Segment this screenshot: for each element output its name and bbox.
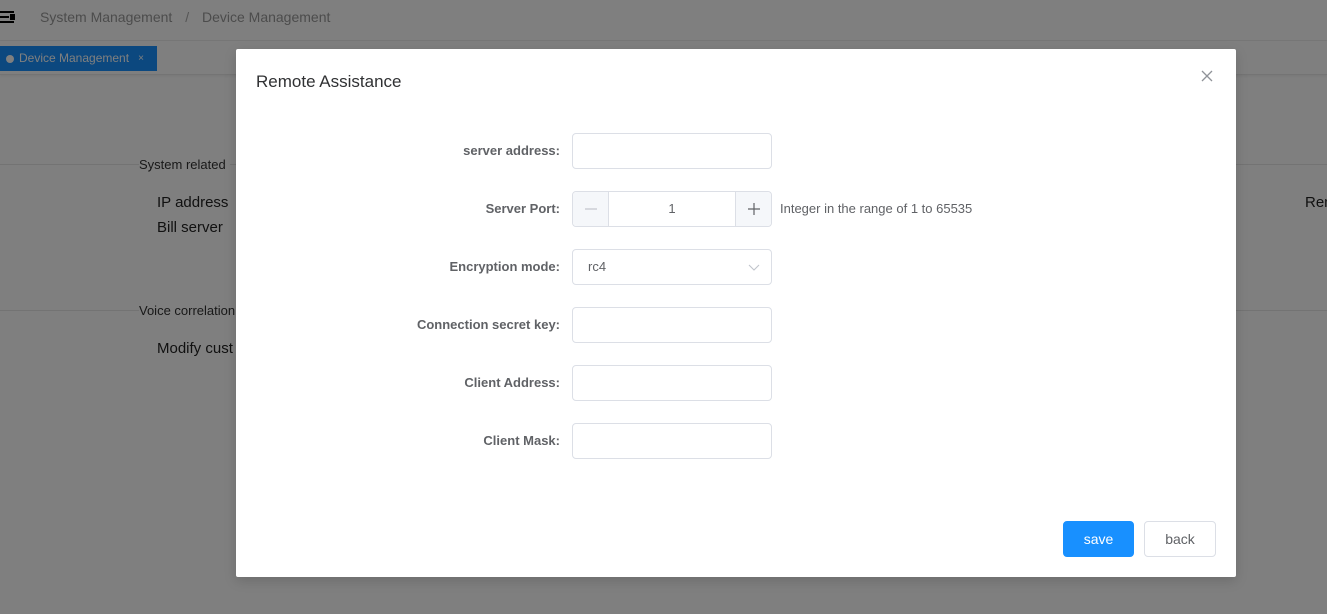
encryption-mode-select[interactable]: rc4 bbox=[572, 249, 772, 285]
form-row-client-mask: Client Mask: bbox=[236, 423, 1236, 459]
form-row-client-address: Client Address: bbox=[236, 365, 1236, 401]
server-address-input[interactable] bbox=[572, 133, 772, 169]
server-port-input[interactable] bbox=[609, 192, 735, 226]
server-port-label: Server Port: bbox=[485, 201, 560, 216]
chevron-down-icon bbox=[748, 264, 760, 271]
form-row-server-port: Server Port: Integer in the range of 1 t… bbox=[236, 191, 1236, 227]
client-address-input[interactable] bbox=[572, 365, 772, 401]
decrement-button[interactable] bbox=[573, 192, 609, 226]
server-port-hint: Integer in the range of 1 to 65535 bbox=[780, 201, 973, 216]
back-button[interactable]: back bbox=[1144, 521, 1216, 557]
client-mask-label: Client Mask: bbox=[483, 433, 560, 448]
server-address-label: server address: bbox=[463, 143, 560, 158]
encryption-mode-value: rc4 bbox=[588, 259, 607, 274]
encryption-mode-label: Encryption mode: bbox=[449, 259, 560, 274]
minus-icon bbox=[584, 208, 597, 210]
increment-button[interactable] bbox=[735, 192, 771, 226]
form-row-server-address: server address: bbox=[236, 133, 1236, 169]
plus-icon bbox=[747, 203, 760, 215]
server-port-stepper bbox=[572, 191, 772, 227]
connection-secret-key-label: Connection secret key: bbox=[416, 317, 560, 332]
client-mask-input[interactable] bbox=[572, 423, 772, 459]
client-address-label: Client Address: bbox=[464, 375, 560, 390]
remote-assistance-dialog: Remote Assistance server address: Server… bbox=[236, 49, 1236, 577]
connection-secret-key-input[interactable] bbox=[572, 307, 772, 343]
close-icon[interactable] bbox=[1200, 69, 1214, 83]
form-row-encryption-mode: Encryption mode: rc4 bbox=[236, 249, 1236, 285]
save-button[interactable]: save bbox=[1063, 521, 1134, 557]
form-row-connection-secret-key: Connection secret key: bbox=[236, 307, 1236, 343]
dialog-title: Remote Assistance bbox=[256, 72, 402, 91]
